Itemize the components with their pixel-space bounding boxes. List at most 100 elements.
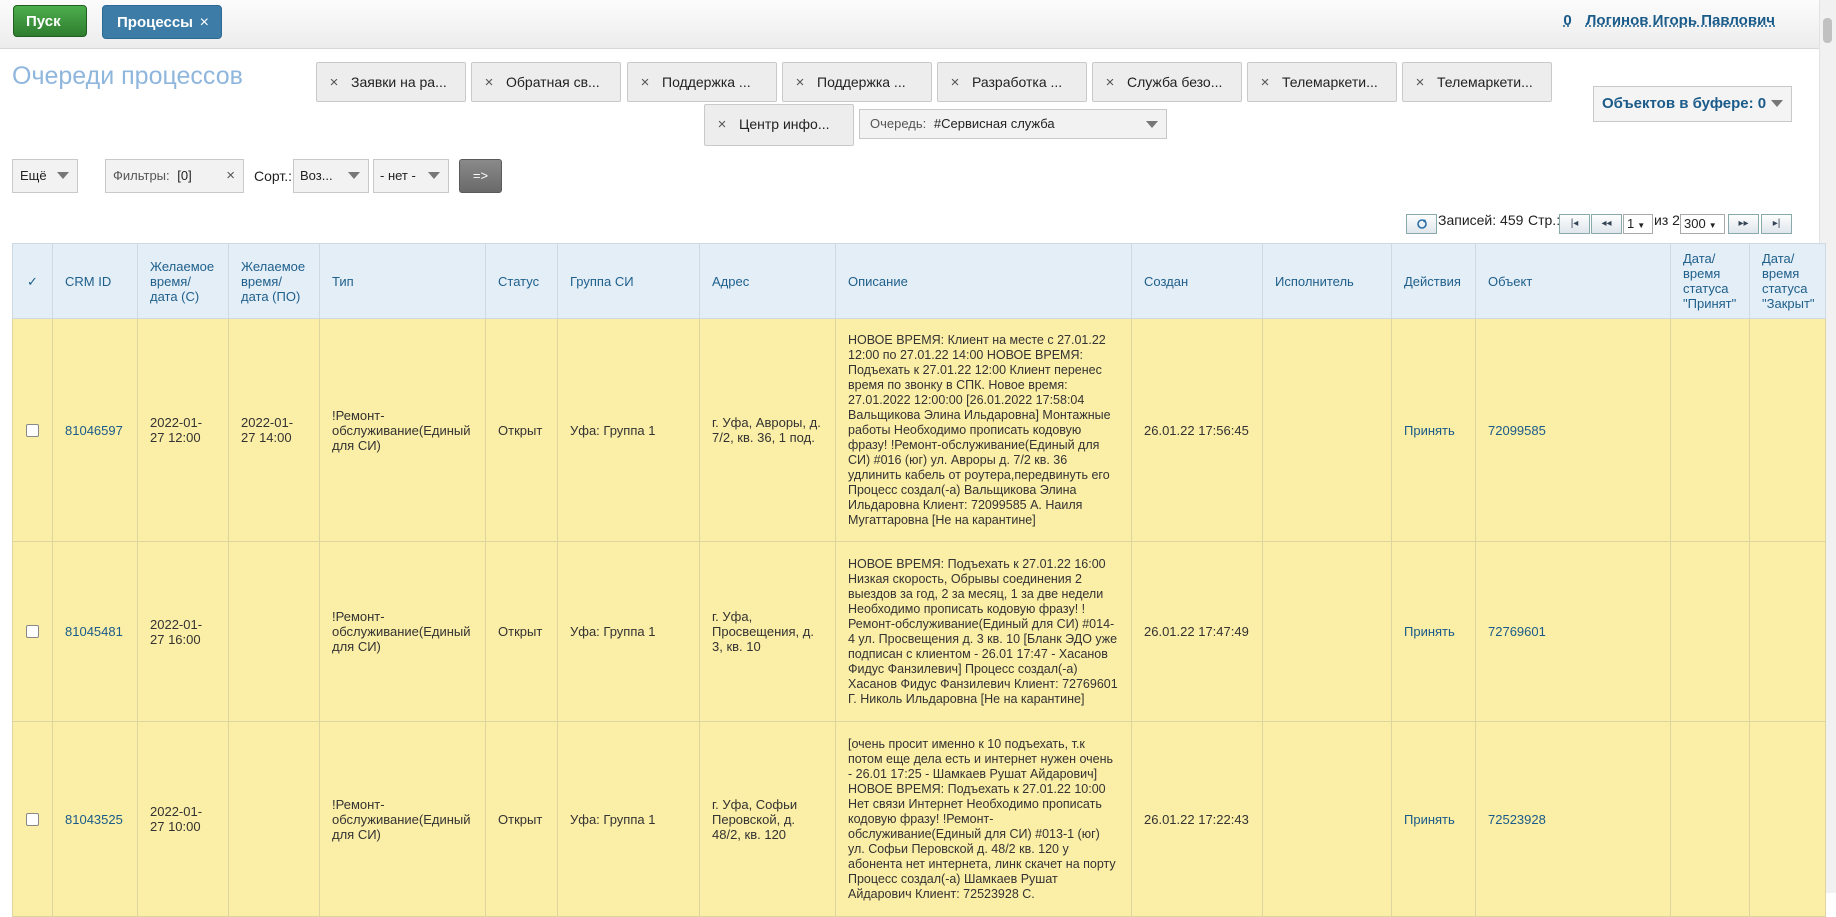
created-cell: 26.01.22 17:47:49 — [1131, 541, 1263, 722]
accept-link[interactable]: Принять — [1391, 721, 1476, 917]
row-checkbox-cell[interactable] — [12, 541, 53, 722]
chevron-down-icon: ▼ — [1637, 221, 1646, 230]
user-info[interactable]: 0 Логинов Игорь Павлович — [1563, 12, 1775, 29]
crm-id-link[interactable]: 81045481 — [52, 541, 138, 722]
user-name-link[interactable]: Логинов Игорь Павлович — [1586, 12, 1775, 29]
per-page-select[interactable]: 300 ▼ — [1680, 214, 1725, 234]
clear-filters-icon[interactable]: × — [226, 160, 235, 192]
header-created[interactable]: Создан — [1131, 243, 1263, 319]
status-cell: Открыт — [485, 721, 558, 917]
queue-tab[interactable]: × Заявки на ра... — [316, 62, 466, 102]
header-closed-date[interactable]: Дата/ время статуса "Закрыт" — [1749, 243, 1826, 319]
row-checkbox[interactable] — [26, 423, 39, 437]
queue-tab[interactable]: × Разработка ... — [937, 62, 1087, 102]
per-page-value: 300 — [1684, 216, 1706, 231]
queue-tab-label: Служба безо... — [1127, 74, 1223, 90]
closed-date-cell — [1749, 721, 1826, 917]
close-icon[interactable]: × — [783, 64, 817, 101]
sort-field-dropdown[interactable]: Воз... — [293, 159, 369, 193]
first-page-button[interactable]: |◂ — [1559, 214, 1590, 234]
chevron-down-icon — [1146, 121, 1158, 128]
queue-tab[interactable]: × Центр инфо... — [704, 104, 854, 146]
accept-link[interactable]: Принять — [1391, 541, 1476, 722]
header-actions[interactable]: Действия — [1391, 243, 1476, 319]
prev-page-button[interactable]: ◂◂ — [1591, 214, 1622, 234]
crm-id-link[interactable]: 81043525 — [52, 721, 138, 917]
executor-cell — [1262, 721, 1392, 917]
header-type[interactable]: Тип — [319, 243, 486, 319]
header-status[interactable]: Статус — [485, 243, 558, 319]
table-header-row: ✓ CRM ID Желаемое время/ дата (С) Желаем… — [12, 243, 1826, 319]
header-select-all[interactable]: ✓ — [12, 243, 53, 319]
sort-field-value: Воз... — [300, 168, 333, 183]
close-icon[interactable]: × — [1093, 64, 1127, 101]
queue-tab[interactable]: × Обратная св... — [471, 62, 621, 102]
next-page-button[interactable]: ▸▸ — [1728, 214, 1759, 234]
type-cell: !Ремонт-обслуживание(Единый для СИ) — [319, 318, 486, 542]
header-desired-from[interactable]: Желаемое время/ дата (С) — [137, 243, 229, 319]
queue-tab[interactable]: × Поддержка ... — [782, 62, 932, 102]
processes-table: ✓ CRM ID Желаемое время/ дата (С) Желаем… — [12, 243, 1826, 917]
scrollbar-thumb[interactable] — [1823, 18, 1832, 43]
close-icon[interactable]: × — [200, 6, 209, 40]
queue-select[interactable]: Очередь: #Сервисная служба — [859, 109, 1167, 139]
close-icon[interactable]: × — [1248, 64, 1282, 101]
row-checkbox[interactable] — [26, 625, 39, 638]
header-executor[interactable]: Исполнитель — [1262, 243, 1392, 319]
object-link[interactable]: 72099585 — [1475, 318, 1671, 542]
refresh-button[interactable] — [1406, 214, 1437, 234]
user-count[interactable]: 0 — [1563, 12, 1571, 29]
header-description[interactable]: Описание — [835, 243, 1132, 319]
start-button[interactable]: Пуск — [13, 5, 87, 37]
row-checkbox-cell[interactable] — [12, 721, 53, 917]
close-icon[interactable]: × — [1403, 64, 1437, 101]
header-desired-to[interactable]: Желаемое время/ дата (ПО) — [228, 243, 320, 319]
processes-tab-button[interactable]: Процессы × — [102, 5, 222, 39]
sort-label: Сорт.: — [254, 168, 293, 184]
desired-to-cell — [228, 721, 320, 917]
accepted-date-cell — [1670, 721, 1750, 917]
close-icon[interactable]: × — [705, 106, 739, 144]
address-cell: г. Уфа, Софьи Перовской, д. 48/2, кв. 12… — [699, 721, 836, 917]
crm-id-link[interactable]: 81046597 — [52, 318, 138, 542]
filters-field[interactable]: Фильтры: [0] × — [105, 159, 244, 193]
table-row: 81043525 2022-01-27 10:00 !Ремонт-обслуж… — [12, 721, 1826, 917]
close-icon[interactable]: × — [472, 64, 506, 101]
created-cell: 26.01.22 17:22:43 — [1131, 721, 1263, 917]
last-page-button[interactable]: ▸| — [1761, 214, 1792, 234]
object-link[interactable]: 72769601 — [1475, 541, 1671, 722]
more-dropdown[interactable]: Ещё — [12, 159, 78, 193]
status-cell: Открыт — [485, 541, 558, 722]
page-select[interactable]: 1 ▼ — [1623, 214, 1653, 234]
chevron-down-icon — [348, 172, 360, 179]
records-count: Записей: 459 — [1438, 212, 1524, 228]
executor-cell — [1262, 318, 1392, 542]
buffer-dropdown[interactable]: Объектов в буфере: 0 — [1593, 86, 1792, 122]
closed-date-cell — [1749, 541, 1826, 722]
header-group[interactable]: Группа СИ — [557, 243, 700, 319]
desired-from-cell: 2022-01-27 16:00 — [137, 541, 229, 722]
header-crm-id[interactable]: CRM ID — [52, 243, 138, 319]
close-icon[interactable]: × — [938, 64, 972, 101]
accept-link[interactable]: Принять — [1391, 318, 1476, 542]
queue-tab[interactable]: × Телемаркети... — [1247, 62, 1397, 102]
object-link[interactable]: 72523928 — [1475, 721, 1671, 917]
page-label: Стр.: — [1528, 212, 1561, 228]
queue-tab[interactable]: × Служба безо... — [1092, 62, 1242, 102]
row-checkbox-cell[interactable] — [12, 318, 53, 542]
row-checkbox[interactable] — [26, 812, 39, 826]
status-cell: Открыт — [485, 318, 558, 542]
apply-button[interactable]: => — [459, 159, 502, 193]
header-object[interactable]: Объект — [1475, 243, 1671, 319]
queue-tab[interactable]: × Телемаркети... — [1402, 62, 1552, 102]
close-icon[interactable]: × — [317, 64, 351, 101]
filters-label: Фильтры: — [113, 168, 170, 183]
header-address[interactable]: Адрес — [699, 243, 836, 319]
group-cell: Уфа: Группа 1 — [557, 541, 700, 722]
type-cell: !Ремонт-обслуживание(Единый для СИ) — [319, 541, 486, 722]
queue-tab[interactable]: × Поддержка ... — [627, 62, 777, 102]
group-cell: Уфа: Группа 1 — [557, 318, 700, 542]
close-icon[interactable]: × — [628, 64, 662, 101]
header-accepted-date[interactable]: Дата/ время статуса "Принят" — [1670, 243, 1750, 319]
sort-order-dropdown[interactable]: - нет - — [373, 159, 449, 193]
